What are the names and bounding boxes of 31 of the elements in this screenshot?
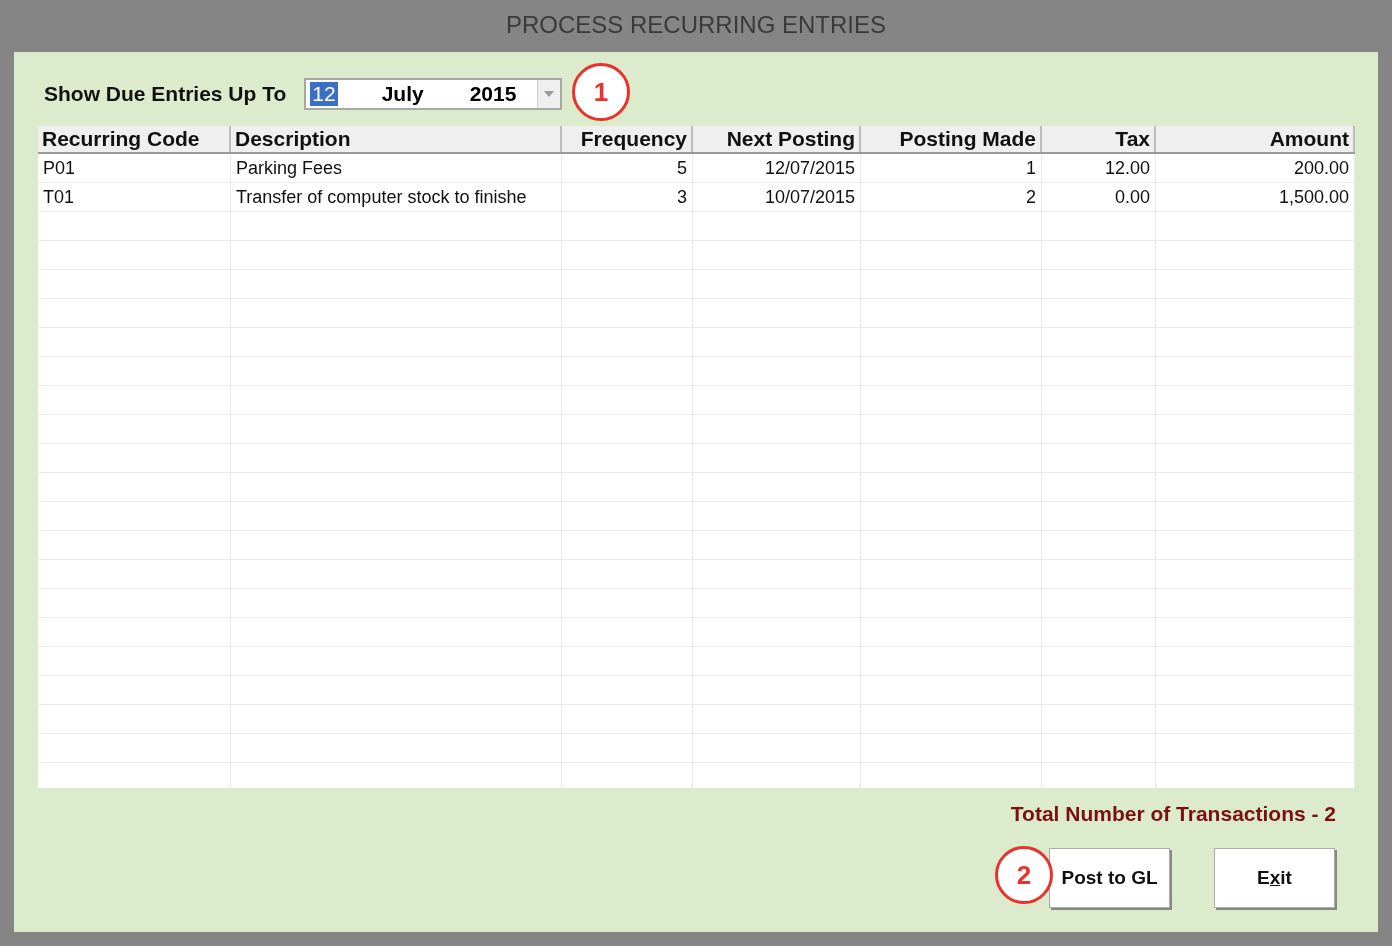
column-header[interactable]: Recurring Code xyxy=(38,126,231,152)
table-cell: 2 xyxy=(861,183,1042,211)
table-cell: 0.00 xyxy=(1042,183,1156,211)
dropdown-button[interactable] xyxy=(537,80,561,108)
table-cell: 200.00 xyxy=(1156,154,1355,182)
callout-marker: 2 xyxy=(995,846,1053,904)
callout-marker: 1 xyxy=(572,63,630,121)
filter-label: Show Due Entries Up To xyxy=(44,82,287,106)
table-cell: Transfer of computer stock to finishe xyxy=(231,183,562,211)
date-field[interactable]: 12 July 2015 xyxy=(304,78,563,110)
table-cell: 12/07/2015 xyxy=(693,154,861,182)
table-cell: 5 xyxy=(562,154,693,182)
column-header[interactable]: Amount xyxy=(1156,126,1355,152)
window-title: PROCESS RECURRING ENTRIES xyxy=(504,10,888,40)
exit-button[interactable]: Exit xyxy=(1214,848,1335,908)
table-cell: Parking Fees xyxy=(231,154,562,182)
column-header[interactable]: Next Posting xyxy=(693,126,861,152)
column-header[interactable]: Description xyxy=(231,126,562,152)
transaction-count: Total Number of Transactions - 2 xyxy=(1009,802,1336,826)
post-button[interactable]: Post to GL xyxy=(1049,848,1170,908)
column-header[interactable]: Posting Made xyxy=(861,126,1042,152)
column-header[interactable]: Frequency xyxy=(562,126,693,152)
caret-icon xyxy=(544,91,555,97)
table-cell: 10/07/2015 xyxy=(693,183,861,211)
table-cell: P01 xyxy=(38,154,231,182)
table-cell: 12.00 xyxy=(1042,154,1156,182)
column-header[interactable]: Tax xyxy=(1042,126,1156,152)
table-cell: 1,500.00 xyxy=(1156,183,1355,211)
table-cell: 3 xyxy=(562,183,693,211)
table-cell: T01 xyxy=(38,183,231,211)
table-cell: 1 xyxy=(861,154,1042,182)
